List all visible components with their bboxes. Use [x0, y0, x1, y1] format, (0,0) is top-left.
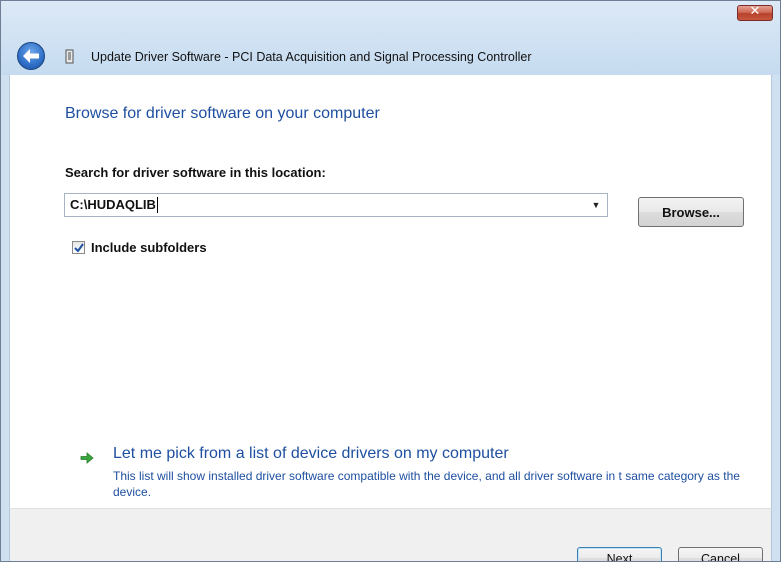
- close-button[interactable]: ✕: [737, 4, 773, 21]
- include-subfolders-label[interactable]: Include subfolders: [91, 240, 207, 255]
- page-heading: Browse for driver software on your compu…: [65, 105, 380, 122]
- green-arrow-icon: [80, 451, 94, 464]
- path-value[interactable]: C:\HUDAQLIB: [70, 197, 156, 212]
- content-area: Browse for driver software on your compu…: [9, 75, 772, 508]
- back-button[interactable]: [17, 42, 45, 70]
- title-bar: ✕ Update Driver Software - PCI Data Acqu…: [1, 1, 780, 75]
- search-location-label: Search for driver software in this locat…: [65, 165, 326, 180]
- next-button-label: Next: [606, 552, 633, 562]
- browse-button[interactable]: Browse...: [638, 197, 744, 227]
- browse-button-label: Browse...: [662, 205, 720, 220]
- window-title: Update Driver Software - PCI Data Acquis…: [91, 50, 532, 64]
- include-subfolders-checkbox[interactable]: [72, 241, 85, 254]
- cancel-button[interactable]: Cancel: [678, 547, 763, 562]
- update-driver-window: ✕ Update Driver Software - PCI Data Acqu…: [0, 0, 781, 562]
- close-icon: ✕: [749, 4, 761, 19]
- next-button[interactable]: Next: [577, 547, 662, 562]
- checkmark-icon: [74, 243, 84, 253]
- chevron-down-icon[interactable]: ▼: [589, 198, 603, 212]
- cancel-button-label: Cancel: [701, 552, 740, 562]
- text-caret: [157, 197, 158, 213]
- pick-driver-description: This list will show installed driver sof…: [113, 469, 740, 499]
- device-icon: [65, 49, 75, 65]
- back-arrow-icon: [23, 49, 39, 63]
- pick-driver-link[interactable]: Let me pick from a list of device driver…: [113, 445, 509, 463]
- path-combobox[interactable]: C:\HUDAQLIB ▼: [64, 193, 608, 217]
